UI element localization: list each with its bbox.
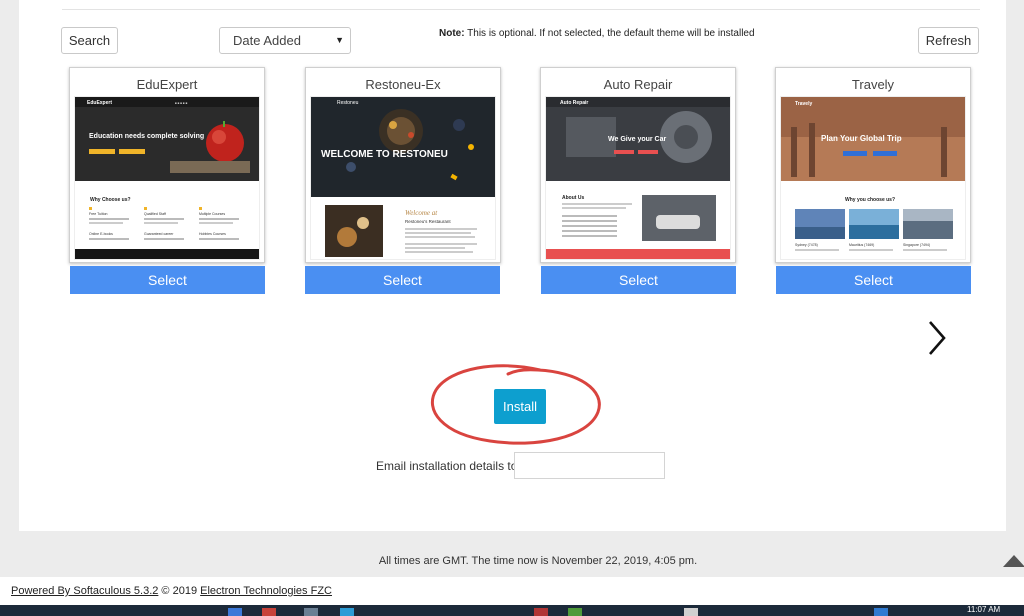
select-button-travely[interactable]: Select	[776, 266, 971, 294]
preview-brand: Restoneu	[337, 100, 359, 106]
install-button[interactable]: Install	[494, 389, 546, 424]
svg-text:Qualified Staff: Qualified Staff	[144, 212, 166, 216]
sort-select[interactable]: Date Added ▼	[219, 27, 351, 54]
dropdown-caret-icon: ▼	[335, 35, 344, 45]
theme-preview: Travely Plan Your Global Trip Why you ch…	[780, 96, 966, 260]
taskbar-app-icon[interactable]	[534, 608, 548, 616]
theme-card-travely[interactable]: Travely Travely Plan Your Global Trip Wh…	[775, 67, 971, 263]
next-page-chevron-icon[interactable]	[924, 318, 950, 358]
theme-name: EduExpert	[136, 77, 198, 92]
theme-name: Restoneu-Ex	[365, 77, 441, 92]
electron-technologies-link[interactable]: Electron Technologies FZC	[200, 585, 332, 597]
taskbar-app-icon[interactable]	[568, 608, 582, 616]
taskbar	[0, 605, 1024, 616]
theme-card-eduexpert[interactable]: EduExpert EduExpert ■ ■ ■ ■ ■ Education …	[69, 67, 265, 263]
taskbar-chrome-icon[interactable]	[262, 608, 276, 616]
select-button-restoneu[interactable]: Select	[305, 266, 500, 294]
scroll-to-top-icon[interactable]	[1003, 555, 1024, 567]
theme-preview: Restoneu WELCOME TO RESTONEU Welcome at …	[310, 96, 496, 260]
preview-headline: Education needs complete solving	[89, 133, 204, 140]
svg-text:Singapore (7494): Singapore (7494)	[903, 243, 930, 247]
svg-text:Restoneu's Restaurant: Restoneu's Restaurant	[405, 219, 451, 224]
taskbar-app-icon[interactable]	[304, 608, 318, 616]
theme-note: Note: This is optional. If not selected,…	[439, 28, 755, 39]
svg-text:Sydney (7478): Sydney (7478)	[795, 243, 818, 247]
svg-text:Guaranteed career: Guaranteed career	[144, 232, 174, 236]
theme-card-auto-repair[interactable]: Auto Repair Auto Repair We Give your Car…	[540, 67, 736, 263]
theme-preview: Auto Repair We Give your Car About Us	[545, 96, 731, 260]
taskbar-app-icon[interactable]	[228, 608, 242, 616]
preview-brand: Travely	[795, 101, 812, 107]
select-button-auto-repair[interactable]: Select	[541, 266, 736, 294]
divider	[62, 9, 980, 10]
search-button[interactable]: Search	[61, 27, 118, 54]
server-time-text: All times are GMT. The time now is Novem…	[378, 555, 698, 567]
preview-headline: WELCOME TO RESTONEU	[321, 149, 448, 160]
theme-preview: EduExpert ■ ■ ■ ■ ■ Education needs comp…	[74, 96, 260, 260]
preview-welcome: Welcome at	[405, 209, 438, 217]
svg-text:Free Tuition: Free Tuition	[89, 212, 108, 216]
softaculous-link[interactable]: Powered By Softaculous 5.3.2	[11, 585, 158, 597]
preview-section: About Us	[562, 195, 584, 201]
svg-text:■ ■ ■ ■ ■: ■ ■ ■ ■ ■	[175, 101, 188, 105]
theme-name: Travely	[851, 77, 895, 92]
taskbar-app-icon[interactable]	[340, 608, 354, 616]
svg-text:Multiple Courses: Multiple Courses	[199, 212, 225, 216]
email-field[interactable]	[514, 452, 665, 479]
sort-select-value: Date Added	[233, 33, 301, 48]
preview-brand: EduExpert	[87, 100, 112, 106]
preview-section: Why Choose us?	[90, 197, 131, 203]
svg-text:Mauritius (7469): Mauritius (7469)	[849, 243, 874, 247]
preview-headline: Plan Your Global Trip	[821, 134, 902, 143]
taskbar-clock: 11:07 AM	[967, 605, 1001, 614]
select-button-eduexpert[interactable]: Select	[70, 266, 265, 294]
theme-name: Auto Repair	[603, 77, 673, 92]
preview-headline: We Give your Car	[608, 136, 667, 143]
footer-text: Powered By Softaculous 5.3.2 © 2019 Elec…	[11, 585, 332, 597]
refresh-button[interactable]: Refresh	[918, 27, 979, 54]
taskbar-app-icon[interactable]	[684, 608, 698, 616]
svg-text:Hobbies Courses: Hobbies Courses	[199, 232, 226, 236]
theme-card-restoneu[interactable]: Restoneu-Ex Restoneu WELCOME TO RESTONEU…	[305, 67, 501, 263]
preview-brand: Auto Repair	[560, 100, 588, 106]
email-label: Email installation details to :	[376, 459, 525, 473]
taskbar-app-icon[interactable]	[874, 608, 888, 616]
svg-text:Online E-books: Online E-books	[89, 232, 113, 236]
preview-section: Why you choose us?	[845, 197, 895, 203]
